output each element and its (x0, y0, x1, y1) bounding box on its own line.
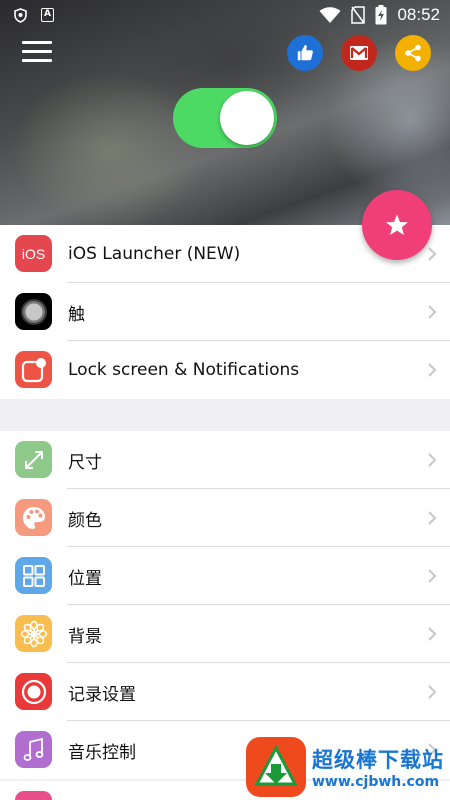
clock: 08:52 (397, 5, 440, 24)
share-button[interactable] (395, 35, 431, 71)
wifi-icon (319, 6, 341, 23)
status-bar: A 08:52 (0, 0, 450, 32)
chevron-right-icon (428, 511, 437, 525)
menu-button[interactable] (22, 41, 52, 65)
assistive-touch-icon (15, 293, 52, 330)
settings-group-appearance: 尺寸 颜色 位置 背景 记录设置 音乐控制 (0, 431, 450, 779)
chevron-right-icon (428, 363, 437, 377)
main-toggle[interactable] (173, 88, 277, 148)
list-item-record-settings[interactable]: 记录设置 (0, 663, 450, 721)
download-logo-icon (246, 736, 306, 797)
palette-icon (15, 499, 52, 536)
list-item-size[interactable]: 尺寸 (0, 431, 450, 489)
list-item-lock-screen[interactable]: Lock screen & Notifications (0, 341, 450, 399)
chevron-right-icon (428, 453, 437, 467)
header-background: A 08:52 (0, 0, 450, 225)
toggle-knob (220, 91, 274, 145)
rate-fab-button[interactable] (362, 190, 432, 260)
list-item-label: 背景 (68, 626, 102, 647)
list-item-color[interactable]: 颜色 (0, 489, 450, 547)
share-icon (405, 44, 421, 62)
list-item-label: 触 (68, 304, 85, 325)
chevron-right-icon (428, 569, 437, 583)
music-note-icon (15, 731, 52, 768)
list-item-background[interactable]: 背景 (0, 605, 450, 663)
notification-badge-icon (15, 351, 52, 388)
grid-icon (15, 557, 52, 594)
like-button[interactable] (287, 35, 323, 71)
list-item-label: 位置 (68, 568, 102, 589)
list-item-label: 尺寸 (68, 452, 102, 473)
site-watermark: 超级棒下载站 www.cjbwh.com (246, 733, 450, 800)
thumbs-up-icon (297, 44, 313, 61)
chevron-right-icon (428, 685, 437, 699)
list-item-label: 记录设置 (68, 684, 136, 705)
list-item-position[interactable]: 位置 (0, 547, 450, 605)
list-item-label: 音乐控制 (68, 742, 136, 763)
ios-icon: iOS (15, 235, 52, 272)
no-sim-icon (351, 6, 366, 24)
battery-charging-icon (375, 5, 387, 25)
hamburger-icon (22, 41, 52, 44)
list-item-label: iOS Launcher (NEW) (68, 244, 241, 264)
mail-button[interactable] (341, 35, 377, 71)
chevron-right-icon (428, 247, 437, 261)
list-item-label: Lock screen & Notifications (68, 360, 300, 380)
notification-app-icon: A (41, 8, 54, 22)
watermark-url: www.cjbwh.com (312, 773, 440, 790)
gmail-icon (350, 46, 368, 60)
record-icon (15, 673, 52, 710)
flower-icon (15, 615, 52, 652)
list-item-label: 颜色 (68, 510, 102, 531)
list-item-touch[interactable]: 触 (0, 283, 450, 341)
shield-icon (14, 8, 27, 23)
resize-arrows-icon (15, 441, 52, 478)
chevron-right-icon (428, 305, 437, 319)
star-icon (386, 214, 408, 235)
partial-app-icon (15, 791, 52, 800)
watermark-title: 超级棒下载站 (312, 747, 444, 772)
chevron-right-icon (428, 627, 437, 641)
